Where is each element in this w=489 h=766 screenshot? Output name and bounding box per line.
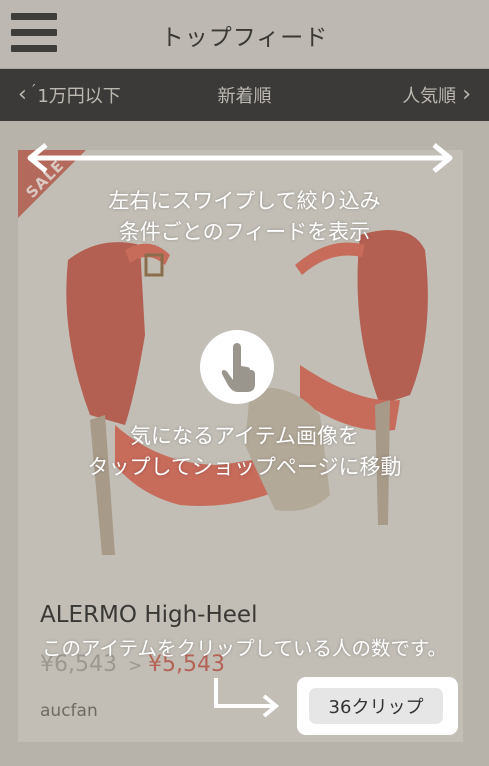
- tap-hint: 気になるアイテム画像を タップしてショップページに移動: [0, 421, 489, 483]
- tap-hint-line-1: 気になるアイテム画像を: [130, 424, 359, 448]
- hand-pointer-icon: [221, 343, 255, 392]
- header-bar: トップフィード: [0, 0, 489, 69]
- double-arrow-icon: [27, 143, 453, 173]
- tap-indicator: [200, 330, 274, 404]
- store-name: aucfan: [40, 701, 98, 721]
- swipe-hint: 左右にスワイプして絞り込み 条件ごとのフィードを表示: [0, 186, 489, 248]
- product-name[interactable]: ALERMO High-Heel: [40, 602, 257, 628]
- filter-next[interactable]: 人気順 ›: [402, 82, 471, 108]
- page-title: トップフィード: [160, 25, 329, 51]
- chevron-right-icon: ›: [462, 82, 471, 107]
- filter-next-label: 人気順: [402, 86, 457, 107]
- filter-bar: ‹ ´ 1万円以下 新着順 人気順 ›: [0, 69, 489, 121]
- clip-hint: このアイテムをクリップしている人の数です。: [41, 637, 447, 660]
- swipe-hint-line-1: 左右にスワイプして絞り込み: [108, 189, 381, 213]
- clip-button[interactable]: 36クリップ: [309, 688, 443, 724]
- tap-hint-line-2: タップしてショップページに移動: [87, 455, 402, 479]
- arrow-right-icon: [214, 678, 280, 718]
- swipe-hint-line-2: 条件ごとのフィードを表示: [118, 220, 371, 244]
